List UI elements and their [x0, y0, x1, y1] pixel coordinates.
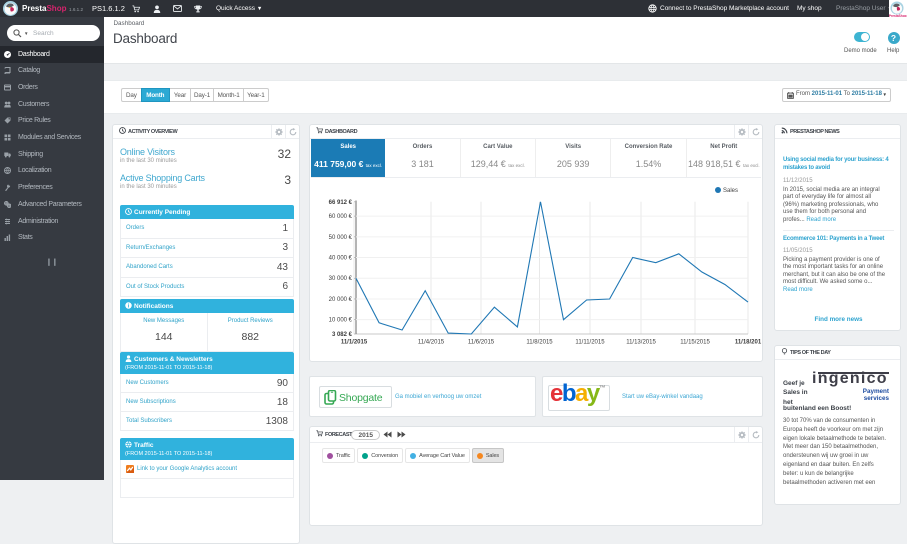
svg-text:60 000 €: 60 000 € [329, 214, 353, 220]
svg-text:10 000 €: 10 000 € [329, 318, 353, 324]
svg-text:11/13/2015: 11/13/2015 [626, 340, 656, 346]
svg-text:11/15/2015: 11/15/2015 [680, 340, 710, 346]
svg-text:20 000 €: 20 000 € [329, 297, 353, 303]
svg-text:11/6/2015: 11/6/2015 [468, 340, 495, 346]
svg-text:3 082 €: 3 082 € [332, 332, 353, 338]
svg-text:11/4/2015: 11/4/2015 [418, 340, 445, 346]
svg-text:30 000 €: 30 000 € [329, 276, 353, 282]
svg-text:40 000 €: 40 000 € [329, 256, 353, 262]
svg-text:11/1/2015: 11/1/2015 [341, 340, 368, 346]
svg-text:11/18/201: 11/18/201 [735, 340, 762, 346]
svg-text:66 912 €: 66 912 € [329, 200, 353, 206]
svg-text:11/11/2015: 11/11/2015 [575, 340, 605, 346]
svg-text:11/8/2015: 11/8/2015 [526, 340, 553, 346]
svg-text:50 000 €: 50 000 € [329, 235, 353, 241]
